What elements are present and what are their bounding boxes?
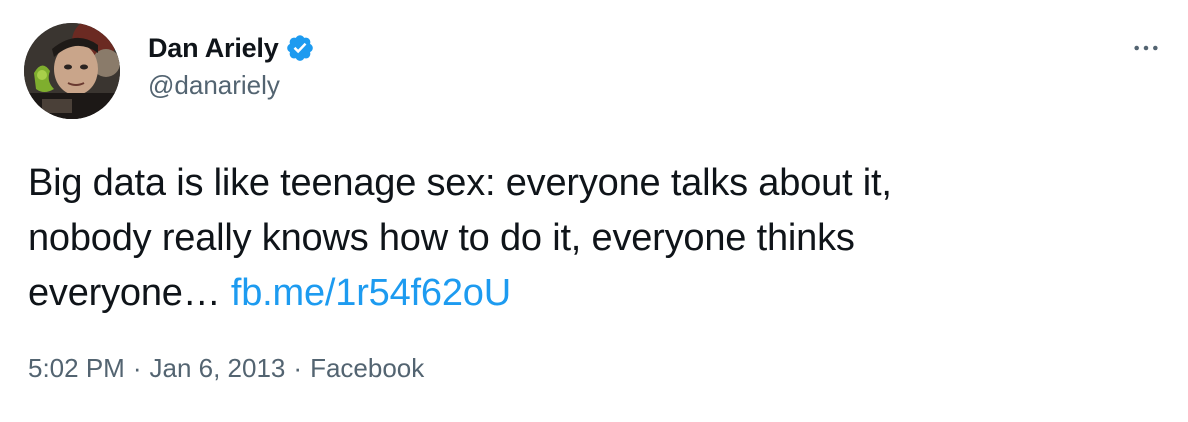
tweet-source[interactable]: Facebook — [310, 353, 424, 384]
tweet-text: Big data is like teenage sex: everyone t… — [28, 156, 1148, 321]
tweet-text-fragment: everyone… — [28, 272, 231, 314]
tweet-text-line: Big data is like teenage sex: everyone t… — [28, 162, 892, 204]
avatar[interactable] — [24, 23, 120, 119]
verified-badge-icon — [285, 33, 315, 63]
separator-dot: · — [293, 353, 303, 383]
tweet-time[interactable]: 5:02 PM — [28, 353, 125, 384]
name-row: Dan Ariely — [148, 28, 315, 68]
author-info: Dan Ariely @danariely — [148, 28, 315, 101]
tweet-link[interactable]: fb.me/1r54f62oU — [231, 272, 511, 314]
more-options-icon — [1134, 45, 1158, 51]
tweet-date[interactable]: Jan 6, 2013 — [150, 353, 286, 384]
more-options-button[interactable] — [1128, 30, 1164, 66]
display-name[interactable]: Dan Ariely — [148, 33, 279, 64]
tweet-text-line: nobody really knows how to do it, everyo… — [28, 217, 855, 259]
tweet-card: Dan Ariely @danariely Big data is like t… — [0, 0, 1188, 422]
tweet-metadata: 5:02 PM · Jan 6, 2013 · Facebook — [28, 353, 424, 384]
avatar-photo — [24, 23, 120, 119]
user-handle[interactable]: @danariely — [148, 70, 315, 101]
separator-dot: · — [132, 353, 142, 383]
tweet-text-line: everyone… fb.me/1r54f62oU — [28, 266, 1148, 321]
